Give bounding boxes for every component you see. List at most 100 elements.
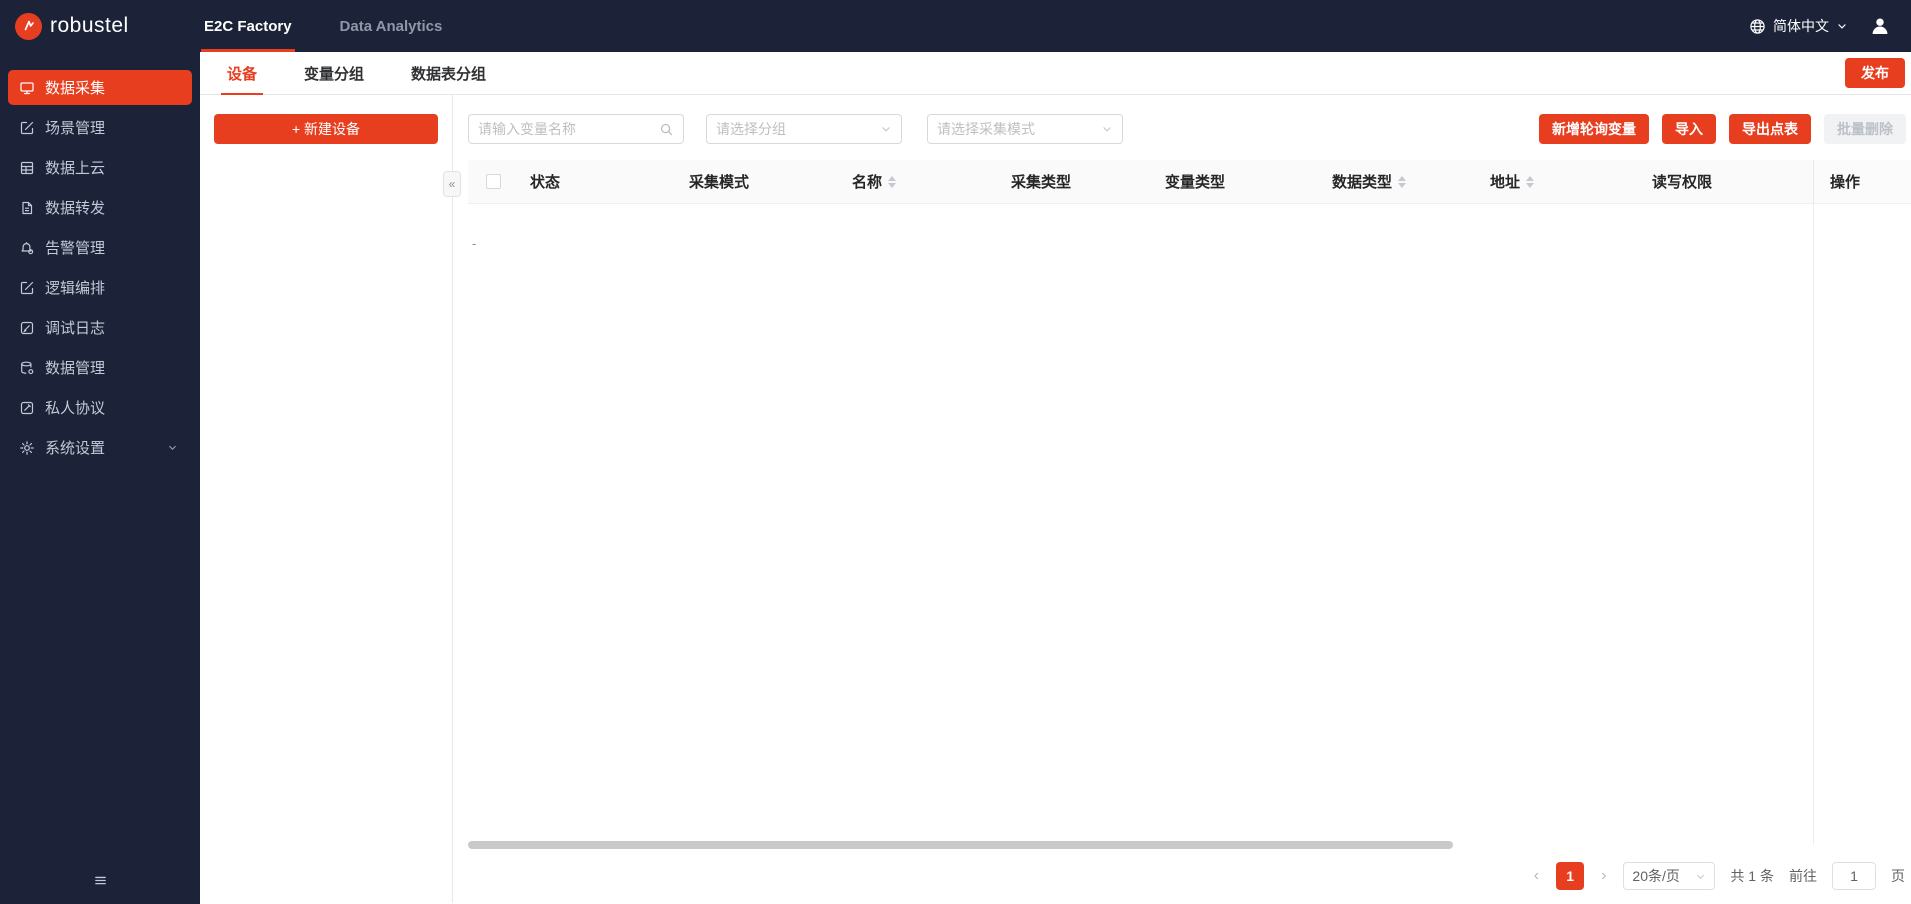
sidebar-item-data-collection[interactable]: 数据采集 bbox=[8, 70, 192, 105]
search-icon[interactable] bbox=[659, 122, 674, 137]
sidebar-item-label: 私人协议 bbox=[45, 400, 106, 417]
topnav-e2c-factory[interactable]: E2C Factory bbox=[201, 0, 295, 52]
sidebar-item-label: 数据转发 bbox=[45, 200, 106, 217]
export-point-table-button[interactable]: 导出点表 bbox=[1729, 114, 1811, 144]
sidebar-item-data-management[interactable]: 数据管理 bbox=[8, 350, 192, 385]
variable-panel: 请选择分组 请选择采集模式 新增轮询变量 导入 导出点表 批量删除 bbox=[453, 95, 1911, 903]
group-select[interactable]: 请选择分组 bbox=[706, 114, 902, 144]
fixed-column-divider bbox=[1813, 204, 1814, 844]
sidebar-item-logic-orchestration[interactable]: 逻辑编排 bbox=[8, 270, 192, 305]
sidebar-item-data-to-cloud[interactable]: 数据上云 bbox=[8, 150, 192, 185]
pagination: ‹ 1 › 20条/页 共 1 条 前往 页 bbox=[468, 861, 1911, 891]
column-label: 读写权限 bbox=[1652, 174, 1713, 191]
add-polling-variable-button[interactable]: 新增轮询变量 bbox=[1539, 114, 1649, 144]
panel-collapse-toggle[interactable]: « bbox=[443, 171, 461, 197]
gear-icon bbox=[19, 440, 35, 456]
sidebar-item-private-protocol[interactable]: 私人协议 bbox=[8, 390, 192, 425]
sidebar-item-scene-management[interactable]: 场景管理 bbox=[8, 110, 192, 145]
tab-label: 设备 bbox=[227, 65, 258, 83]
chevron-down-icon bbox=[1101, 123, 1113, 135]
sidebar-item-label: 调试日志 bbox=[45, 320, 106, 337]
chevron-down-icon[interactable] bbox=[1836, 20, 1848, 32]
collect-mode-select[interactable]: 请选择采集模式 bbox=[927, 114, 1123, 144]
sidebar-item-label: 告警管理 bbox=[45, 240, 106, 257]
column-label: 地址 bbox=[1490, 174, 1521, 191]
monitor-icon bbox=[19, 80, 35, 96]
tab-datatable-group[interactable]: 数据表分组 bbox=[411, 52, 486, 94]
column-label: 数据类型 bbox=[1332, 174, 1393, 191]
sidebar-menu: 数据采集 场景管理 数据上云 数据转发 告警管理 逻辑编排 调试日志 数据管理 … bbox=[0, 52, 200, 465]
brand-name: robustel bbox=[50, 14, 129, 37]
alarm-bell-icon bbox=[19, 240, 35, 256]
main-content: 设备 变量分组 数据表分组 发布 + 新建设备 « 请输入变量名称 请选择分组 … bbox=[200, 52, 1911, 904]
robustel-logo-icon bbox=[15, 12, 42, 40]
edit-square-icon bbox=[19, 120, 35, 136]
device-tree-panel: + 新建设备 « bbox=[200, 95, 461, 903]
new-device-button[interactable]: + 新建设备 bbox=[214, 114, 438, 144]
search-input[interactable] bbox=[478, 121, 659, 137]
select-placeholder: 请选择采集模式 bbox=[937, 121, 1035, 137]
sort-icon[interactable] bbox=[888, 175, 897, 188]
sidebar-item-label: 数据上云 bbox=[45, 160, 106, 177]
goto-page-input[interactable] bbox=[1832, 862, 1876, 890]
sidebar: 数据采集 场景管理 数据上云 数据转发 告警管理 逻辑编排 调试日志 数据管理 … bbox=[0, 52, 200, 904]
goto-label: 前往 bbox=[1789, 868, 1817, 884]
user-avatar-icon[interactable] bbox=[1869, 15, 1891, 37]
column-label: 变量类型 bbox=[1165, 174, 1226, 191]
sort-icon[interactable] bbox=[1526, 175, 1535, 188]
sidebar-item-system-settings[interactable]: 系统设置 bbox=[8, 430, 192, 465]
horizontal-scrollbar[interactable] bbox=[468, 841, 1453, 849]
sidebar-item-label: 数据管理 bbox=[45, 360, 106, 377]
page-number-button[interactable]: 1 bbox=[1556, 862, 1585, 890]
column-header-name: 名称 bbox=[852, 171, 1011, 192]
page-unit-label: 页 bbox=[1891, 868, 1905, 884]
grid-icon bbox=[19, 160, 35, 176]
column-header-status: 状态 bbox=[530, 171, 689, 192]
sidebar-item-debug-log[interactable]: 调试日志 bbox=[8, 310, 192, 345]
table-actions: 新增轮询变量 导入 导出点表 批量删除 bbox=[1539, 114, 1906, 144]
chevron-down-icon bbox=[1695, 871, 1706, 882]
chevron-down-icon bbox=[167, 442, 178, 453]
column-label: 采集类型 bbox=[1011, 174, 1072, 191]
column-label: 状态 bbox=[530, 174, 561, 191]
prev-page-button[interactable]: ‹ bbox=[1532, 867, 1541, 885]
table-header: 状态 采集模式 名称 采集类型 变量类型 数据类型 地址 读写权限 操作 bbox=[468, 160, 1911, 204]
sidebar-item-label: 系统设置 bbox=[45, 440, 106, 457]
sidebar-item-data-forwarding[interactable]: 数据转发 bbox=[8, 190, 192, 225]
variable-search bbox=[468, 114, 684, 144]
sidebar-collapse-icon[interactable] bbox=[93, 873, 108, 888]
sidebar-item-label: 数据采集 bbox=[45, 80, 106, 97]
tab-variable-group[interactable]: 变量分组 bbox=[304, 52, 364, 94]
page-size-select[interactable]: 20条/页 bbox=[1623, 862, 1716, 890]
database-icon bbox=[19, 360, 35, 376]
globe-icon bbox=[1749, 18, 1766, 35]
topnav-label: Data Analytics bbox=[339, 17, 443, 35]
sidebar-item-label: 场景管理 bbox=[45, 120, 106, 137]
publish-button[interactable]: 发布 bbox=[1845, 58, 1905, 88]
tab-bar: 设备 变量分组 数据表分组 发布 bbox=[200, 52, 1911, 95]
import-button[interactable]: 导入 bbox=[1662, 114, 1716, 144]
column-label: 操作 bbox=[1830, 174, 1861, 191]
topnav-data-analytics[interactable]: Data Analytics bbox=[340, 0, 443, 52]
sidebar-item-alarm-management[interactable]: 告警管理 bbox=[8, 230, 192, 265]
work-area: + 新建设备 « 请选择分组 bbox=[200, 95, 1911, 903]
column-header-collect-type: 采集类型 bbox=[1011, 171, 1165, 192]
language-selector[interactable]: 简体中文 bbox=[1773, 16, 1829, 36]
tab-label: 数据表分组 bbox=[411, 65, 487, 83]
topbar: robustel E2C Factory Data Analytics 简体中文 bbox=[0, 0, 1911, 52]
topbar-right: 简体中文 bbox=[1749, 15, 1911, 37]
variable-table: 状态 采集模式 名称 采集类型 变量类型 数据类型 地址 读写权限 操作 - bbox=[468, 160, 1911, 850]
column-header-rw-permission: 读写权限 bbox=[1652, 171, 1813, 192]
sidebar-item-label: 逻辑编排 bbox=[45, 280, 106, 297]
top-nav: E2C Factory Data Analytics bbox=[201, 0, 443, 52]
select-placeholder: 请选择分组 bbox=[716, 121, 786, 137]
next-page-button[interactable]: › bbox=[1599, 867, 1608, 885]
select-all-checkbox[interactable] bbox=[486, 174, 501, 189]
plus-icon: + bbox=[291, 121, 301, 137]
log-book-icon bbox=[19, 320, 35, 336]
sort-icon[interactable] bbox=[1398, 175, 1407, 188]
tab-device[interactable]: 设备 bbox=[220, 52, 264, 95]
column-header-address: 地址 bbox=[1490, 171, 1652, 192]
page-size-value: 20条/页 bbox=[1632, 868, 1680, 884]
chevron-down-icon bbox=[880, 123, 892, 135]
